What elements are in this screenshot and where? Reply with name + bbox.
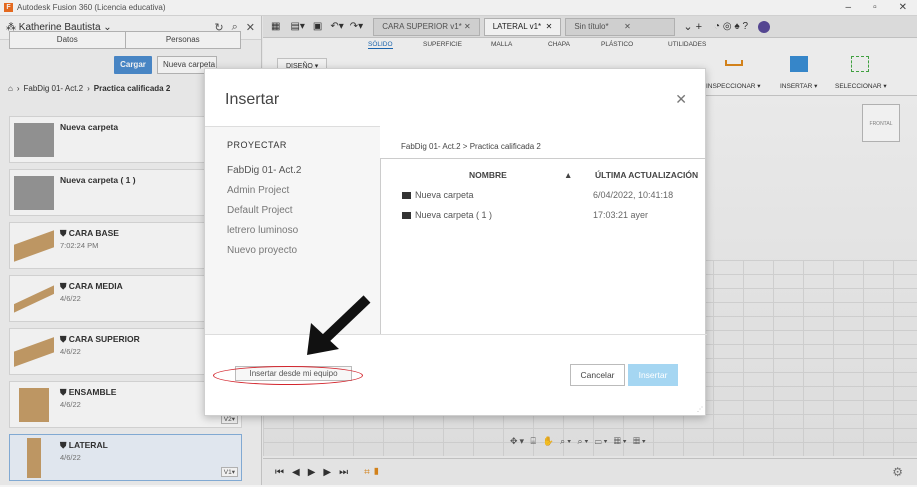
project-item[interactable]: letrero luminoso (227, 225, 298, 236)
projects-header: PROYECTAR (227, 140, 287, 150)
dialog-divider (205, 334, 707, 335)
table-row[interactable]: Nueva carpeta (402, 190, 474, 200)
folder-icon (402, 211, 411, 219)
file-name: Nueva carpeta (415, 190, 474, 200)
file-date: 17:03:21 ayer (593, 210, 649, 220)
column-header-updated[interactable]: ÚLTIMA ACTUALIZACIÓN (595, 170, 698, 180)
close-icon[interactable]: ✕ (675, 91, 687, 108)
insert-button[interactable]: Insertar (628, 364, 678, 386)
table-row[interactable]: Nueva carpeta ( 1 ) (402, 210, 492, 220)
project-item[interactable]: Admin Project (227, 185, 289, 196)
file-name: Nueva carpeta ( 1 ) (415, 210, 493, 220)
column-header-name[interactable]: NOMBRE (469, 170, 507, 180)
resize-handle-icon[interactable]: ⋰ (697, 406, 703, 413)
project-item[interactable]: Nuevo proyecto (227, 245, 297, 256)
sort-asc-icon[interactable]: ▲ (564, 170, 572, 180)
annotation-arrow-icon (307, 295, 371, 355)
folder-icon (402, 191, 411, 199)
insert-dialog: Insertar ✕ PROYECTAR FabDig 01- Act.2 Ad… (204, 68, 707, 416)
project-item[interactable]: FabDig 01- Act.2 (227, 165, 301, 176)
dialog-breadcrumb[interactable]: FabDig 01- Act.2 > Practica calificada 2 (401, 142, 541, 151)
file-table: NOMBRE ▲ ÚLTIMA ACTUALIZACIÓN Nueva carp… (380, 158, 706, 335)
cancel-button[interactable]: Cancelar (570, 364, 625, 386)
highlight-ellipse (213, 366, 363, 385)
project-item[interactable]: Default Project (227, 205, 293, 216)
dialog-title: Insertar (225, 91, 280, 108)
file-date: 6/04/2022, 10:41:18 (593, 190, 674, 200)
